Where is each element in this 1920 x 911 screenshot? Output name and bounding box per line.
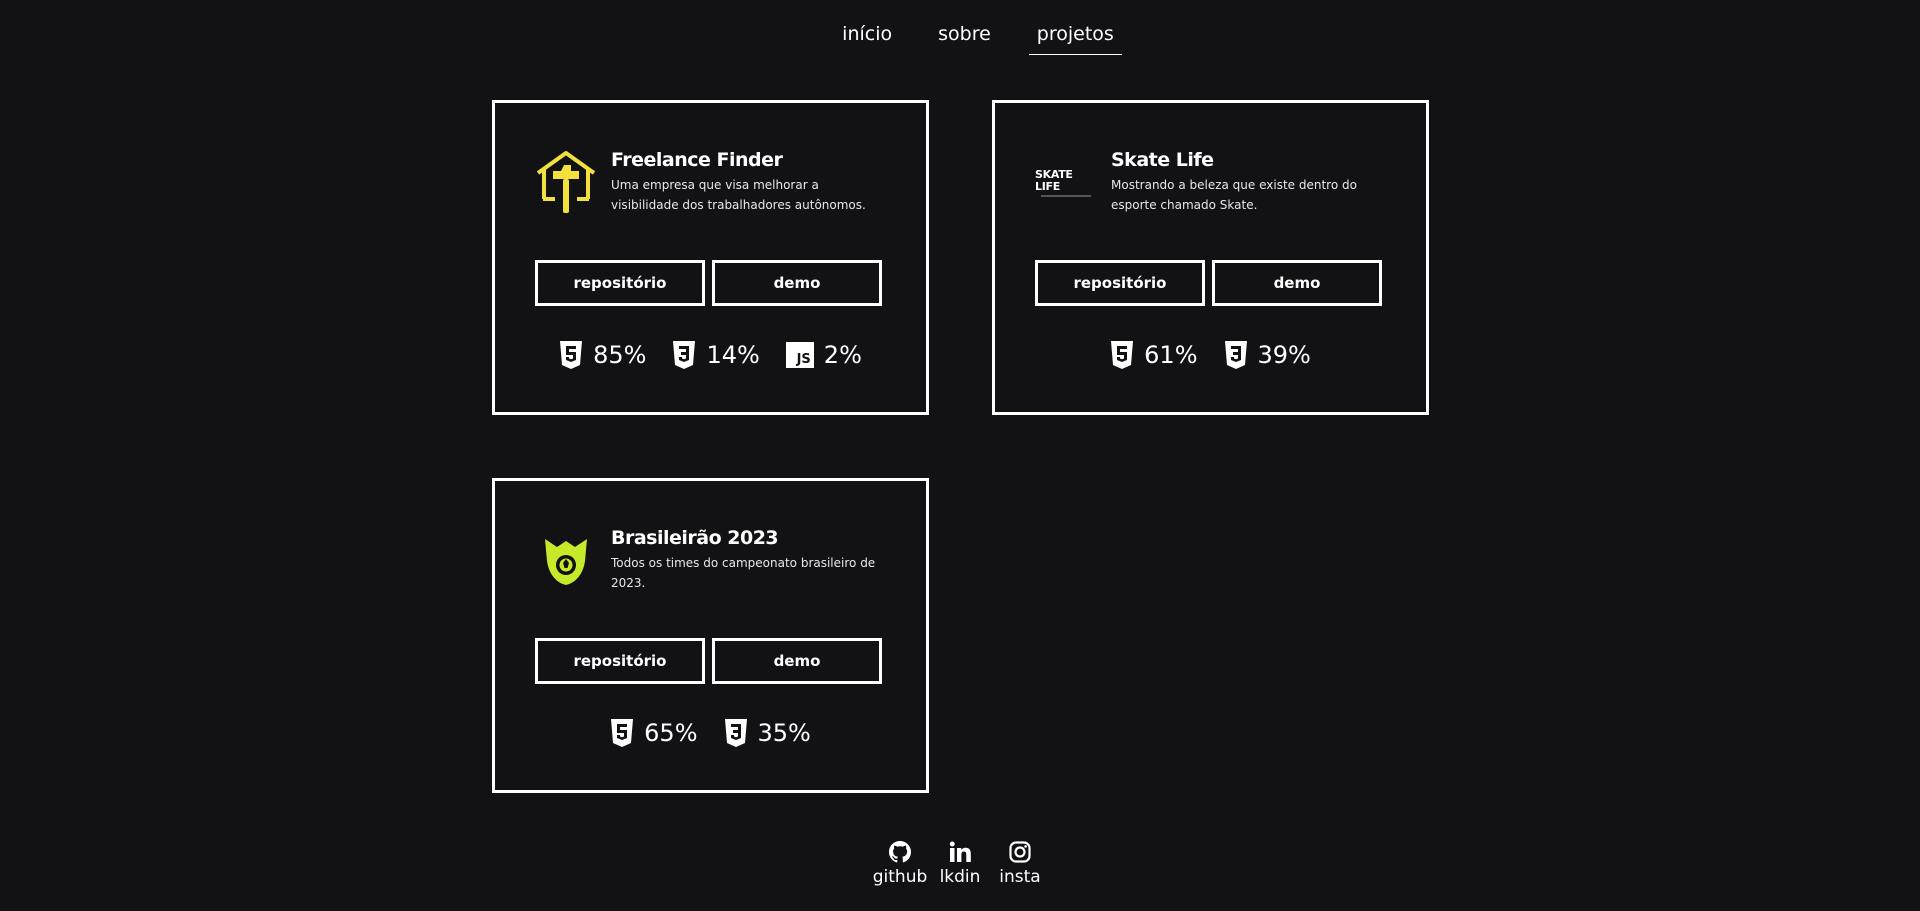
project-actions: repositório demo <box>535 638 882 684</box>
project-card-freelance-finder: Freelance Finder Uma empresa que visa me… <box>492 100 929 415</box>
repository-button[interactable]: repositório <box>1035 260 1205 306</box>
tech-percent: 2% <box>823 341 862 369</box>
demo-button[interactable]: demo <box>712 638 882 684</box>
tech-percent: 14% <box>706 341 760 369</box>
linkedin-link[interactable]: lkdin <box>937 840 983 887</box>
main-nav: início sobre projetos <box>0 22 1920 55</box>
tech-item-css: 35% <box>724 719 811 747</box>
nav-link-sobre[interactable]: sobre <box>930 22 999 55</box>
tech-stack: 61% 39% <box>995 341 1426 369</box>
demo-button[interactable]: demo <box>1212 260 1382 306</box>
project-card-brasileirao: Brasileirão 2023 Todos os times do campe… <box>492 478 929 793</box>
html5-icon <box>611 719 634 747</box>
tech-percent: 65% <box>644 719 698 747</box>
github-link[interactable]: github <box>873 840 927 887</box>
house-hammer-icon <box>535 149 597 217</box>
project-description: Uma empresa que visa melhorar a visibili… <box>611 178 866 212</box>
social-label: insta <box>999 867 1041 887</box>
project-card-skate-life: SKATE LIFE Skate Life Mostrando a beleza… <box>992 100 1429 415</box>
project-title: Brasileirão 2023 <box>611 527 779 549</box>
tech-stack: 65% 35% <box>495 719 926 747</box>
project-description: Mostrando a beleza que existe dentro do … <box>1111 178 1357 212</box>
tech-item-html: 85% <box>559 341 646 369</box>
project-description: Todos os times do campeonato brasileiro … <box>611 556 876 590</box>
html5-icon <box>560 341 583 369</box>
css3-icon <box>1224 341 1247 369</box>
brasileirao-shield-icon <box>535 527 597 595</box>
project-header: Freelance Finder Uma empresa que visa me… <box>535 149 881 217</box>
skate-life-logo: SKATE LIFE <box>1035 149 1097 217</box>
project-title: Skate Life <box>1111 149 1214 171</box>
tech-item-css: 14% <box>672 341 760 369</box>
linkedin-icon <box>949 841 971 862</box>
repository-button[interactable]: repositório <box>535 260 705 306</box>
github-icon <box>889 841 911 863</box>
repository-button[interactable]: repositório <box>535 638 705 684</box>
tech-percent: 85% <box>593 341 647 369</box>
nav-link-inicio[interactable]: início <box>834 22 900 55</box>
html5-icon <box>1111 341 1134 369</box>
skate-life-logo-text: SKATE LIFE <box>1035 168 1073 193</box>
tech-percent: 35% <box>757 719 811 747</box>
tech-percent: 61% <box>1144 341 1198 369</box>
tech-percent: 39% <box>1257 341 1311 369</box>
instagram-link[interactable]: insta <box>997 840 1043 887</box>
nav-link-projetos[interactable]: projetos <box>1028 22 1122 55</box>
instagram-icon <box>1009 841 1031 863</box>
tech-item-css: 39% <box>1224 341 1311 369</box>
css3-icon <box>724 719 747 747</box>
social-footer: github lkdin insta <box>0 840 1920 887</box>
tech-stack: 85% 14% JS 2% <box>495 341 926 369</box>
project-title: Freelance Finder <box>611 149 783 171</box>
tech-item-html: 65% <box>610 719 698 747</box>
tech-item-js: JS 2% <box>785 341 862 369</box>
project-header: SKATE LIFE Skate Life Mostrando a beleza… <box>1035 149 1381 217</box>
project-header: Brasileirão 2023 Todos os times do campe… <box>535 527 881 595</box>
social-label: github <box>872 867 928 887</box>
project-actions: repositório demo <box>1035 260 1382 306</box>
social-label: lkdin <box>939 867 981 887</box>
project-actions: repositório demo <box>535 260 882 306</box>
tech-item-html: 61% <box>1110 341 1198 369</box>
demo-button[interactable]: demo <box>712 260 882 306</box>
css3-icon <box>673 341 696 369</box>
js-icon: JS <box>785 342 814 368</box>
